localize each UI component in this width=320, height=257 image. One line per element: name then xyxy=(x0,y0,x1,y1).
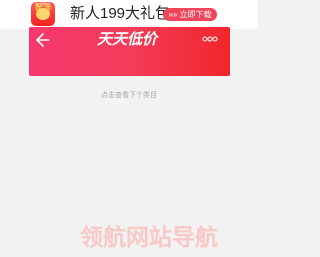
promo-title: 新人199大礼包 xyxy=(70,5,171,22)
page-title: 天天低价 xyxy=(97,31,158,48)
logo-mascot-icon xyxy=(36,8,50,20)
logo-text: 淘宝特价 xyxy=(35,2,51,7)
app-header: 天天低价 xyxy=(29,27,230,76)
app-logo: 淘宝特价 xyxy=(31,2,55,26)
more-dots-icon[interactable] xyxy=(202,36,218,42)
download-button[interactable]: »» 立即下载 xyxy=(163,8,217,21)
promo-banner[interactable]: 淘宝特价 新人199大礼包 »» 立即下载 xyxy=(0,0,258,29)
arrow-left-icon[interactable] xyxy=(34,31,52,49)
watermark-text: 领航网站导航 xyxy=(80,224,218,250)
next-category-link[interactable]: 点击查看下个类目 xyxy=(0,90,258,102)
page: 淘宝特价 新人199大礼包 »» 立即下载 天天低价 点击查看下个类目 领航网站… xyxy=(0,0,258,257)
